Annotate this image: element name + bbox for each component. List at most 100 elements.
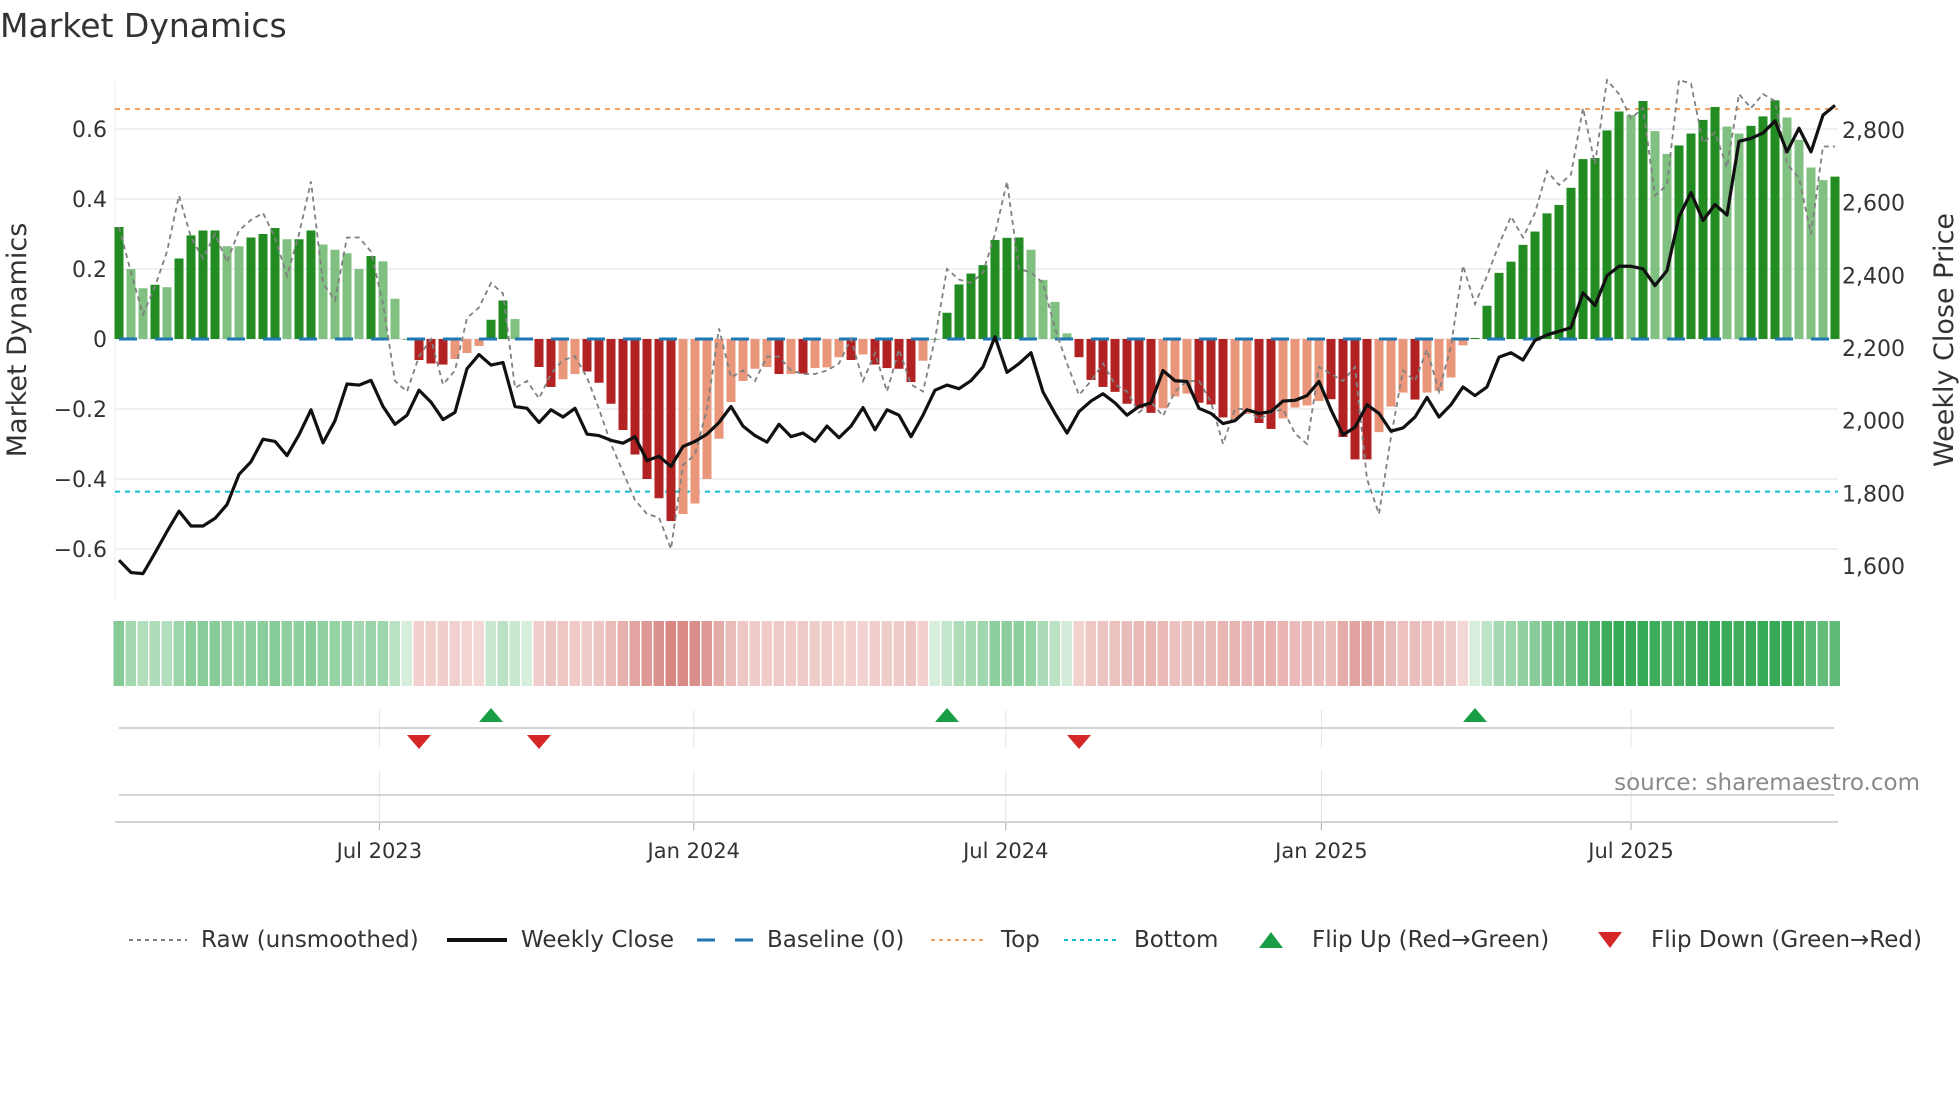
heatmap-cell xyxy=(1781,621,1792,686)
heatmap-cell xyxy=(1517,621,1528,686)
heatmap-cell xyxy=(1529,621,1540,686)
momentum-bar xyxy=(1050,301,1060,339)
momentum-bar xyxy=(606,339,616,404)
momentum-bar xyxy=(1386,339,1396,407)
momentum-bar xyxy=(738,339,748,381)
triangle-up-icon xyxy=(1259,932,1283,948)
heatmap-cell xyxy=(1097,621,1108,686)
heatmap-cell xyxy=(965,621,976,686)
heatmap-cell xyxy=(1433,621,1444,686)
left-tick-label: −0.6 xyxy=(54,538,107,563)
triangle-down-icon xyxy=(1598,932,1622,948)
momentum-bar xyxy=(678,339,688,514)
right-tick-label: 2,800 xyxy=(1842,119,1905,144)
heatmap-cell xyxy=(221,621,232,686)
momentum-bar xyxy=(1494,272,1504,339)
momentum-bar xyxy=(1830,176,1840,339)
heatmap-cell xyxy=(977,621,988,686)
momentum-bar xyxy=(618,339,628,430)
heatmap-cell xyxy=(833,621,844,686)
heatmap-cell xyxy=(1565,621,1576,686)
heatmap-cell xyxy=(509,621,520,686)
heatmap-cell xyxy=(1121,621,1132,686)
right-tick-label: 2,000 xyxy=(1842,410,1905,435)
heatmap-cell xyxy=(365,621,376,686)
heatmap-cell xyxy=(1373,621,1384,686)
heatmap-cell xyxy=(1133,621,1144,686)
heatmap-cell xyxy=(1709,621,1720,686)
heatmap-cell xyxy=(257,621,268,686)
momentum-bar xyxy=(1338,339,1348,437)
heatmap-cell xyxy=(1325,621,1336,686)
heatmap-cell xyxy=(437,621,448,686)
heatmap-cell xyxy=(161,621,172,686)
right-tick-label: 2,200 xyxy=(1842,337,1905,362)
heatmap-cell xyxy=(413,621,424,686)
heatmap-cell xyxy=(869,621,880,686)
momentum-bar xyxy=(1290,339,1300,408)
heatmap-cell xyxy=(1361,621,1372,686)
heatmap-cell xyxy=(1457,621,1468,686)
momentum-bar xyxy=(810,339,820,369)
flip-up-triangle-icon xyxy=(1463,708,1487,722)
heatmap-cell xyxy=(1157,621,1168,686)
heatmap-cell xyxy=(1421,621,1432,686)
momentum-bar xyxy=(1074,339,1084,358)
momentum-bar xyxy=(174,258,184,339)
heatmap-cell xyxy=(905,621,916,686)
momentum-bar xyxy=(510,319,520,339)
legend-label: Raw (unsmoothed) xyxy=(201,927,419,953)
left-tick-label: −0.2 xyxy=(54,398,107,423)
momentum-bar xyxy=(1470,337,1480,339)
momentum-bar xyxy=(690,339,700,504)
momentum-bar xyxy=(462,339,472,353)
momentum-bar xyxy=(1194,339,1204,403)
momentum-bar xyxy=(954,284,964,339)
heatmap-cell xyxy=(1001,621,1012,686)
heatmap-cell xyxy=(821,621,832,686)
momentum-bar xyxy=(1506,261,1516,339)
momentum-bar xyxy=(594,339,604,383)
momentum-bar xyxy=(318,244,328,339)
heatmap-cell xyxy=(1349,621,1360,686)
heatmap-cell xyxy=(761,621,772,686)
heatmap-cell xyxy=(185,621,196,686)
heatmap-cell xyxy=(1181,621,1192,686)
momentum-bar xyxy=(1722,126,1732,339)
heatmap-cell xyxy=(785,621,796,686)
left-tick-label: 0.6 xyxy=(72,118,107,143)
dotted-gray-line-icon xyxy=(129,939,187,941)
momentum-bar xyxy=(270,228,280,339)
momentum-bar xyxy=(354,269,364,339)
legend-baseline: Baseline (0) xyxy=(697,924,904,956)
flip-up-triangle-icon xyxy=(479,708,503,722)
momentum-bar xyxy=(1086,339,1096,380)
momentum-bar xyxy=(1254,339,1264,423)
momentum-bar xyxy=(654,339,664,499)
momentum-bar xyxy=(1518,244,1528,339)
momentum-bar xyxy=(750,339,760,369)
heatmap-cell xyxy=(137,621,148,686)
momentum-bar xyxy=(114,227,124,339)
momentum-bar xyxy=(798,339,808,374)
heatmap-cell xyxy=(881,621,892,686)
legend-weekly-close: Weekly Close xyxy=(447,924,674,956)
momentum-bar xyxy=(1350,339,1360,460)
momentum-bar xyxy=(1362,339,1372,460)
heatmap-cell xyxy=(209,621,220,686)
heatmap-cell xyxy=(1757,621,1768,686)
heatmap-cell xyxy=(545,621,556,686)
heatmap-cell xyxy=(1145,621,1156,686)
heatmap-cell xyxy=(389,621,400,686)
heatmap-cell xyxy=(917,621,928,686)
heatmap-cell xyxy=(1625,621,1636,686)
heatmap-cell xyxy=(1061,621,1072,686)
heatmap-cell xyxy=(1661,621,1672,686)
heatmap-cell xyxy=(1169,621,1180,686)
heatmap-cell xyxy=(1073,621,1084,686)
legend-label: Flip Down (Green→Red) xyxy=(1651,927,1922,953)
heatmap-cell xyxy=(653,621,664,686)
momentum-bar xyxy=(1554,204,1564,339)
momentum-bar xyxy=(1326,339,1336,400)
left-axis-label: Market Dynamics xyxy=(2,223,33,458)
